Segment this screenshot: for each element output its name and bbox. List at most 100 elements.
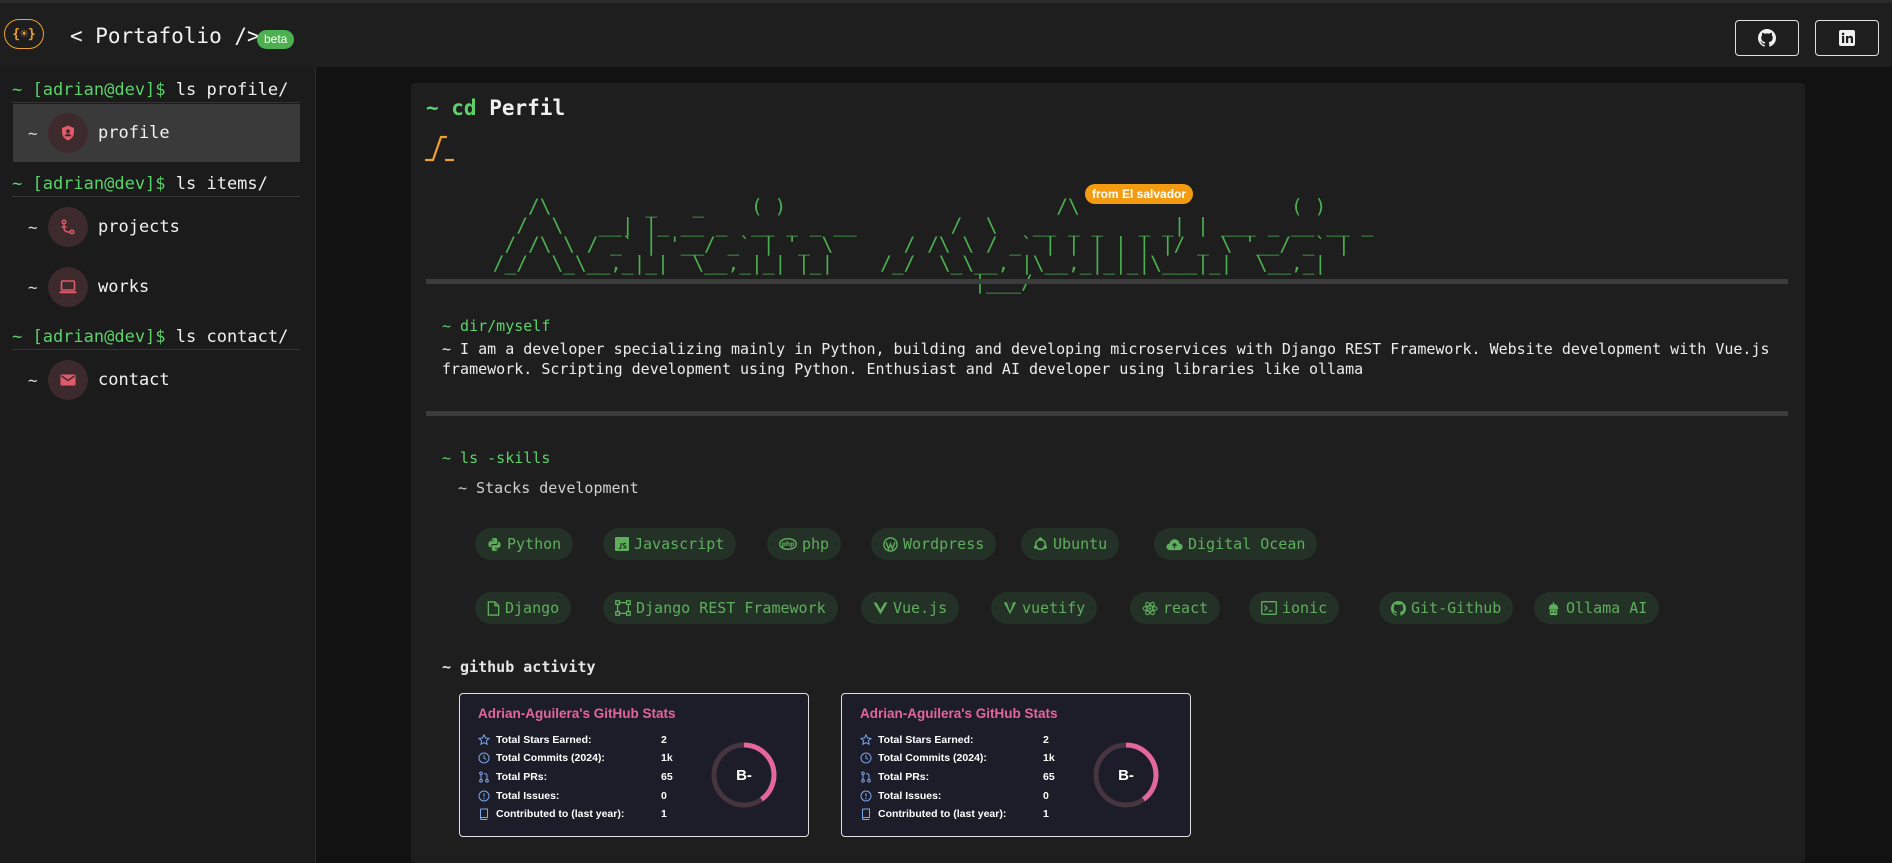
stats-label: Total PRs: <box>878 771 930 783</box>
skill-chip-ollama-ai: Ollama AI <box>1534 592 1660 624</box>
skill-label: Digital Ocean <box>1188 535 1306 553</box>
pull-request-icon <box>479 771 489 783</box>
skill-label: Wordpress <box>903 535 985 553</box>
sidebar-item-projects[interactable]: ~ projects <box>13 198 300 256</box>
skill-label: Ubuntu <box>1053 535 1108 553</box>
stats-row: Total Issues: 0 <box>860 788 1060 804</box>
top-app-bar: {☀} < Portafolio /> beta <box>0 0 1892 67</box>
divider <box>426 411 1788 416</box>
grade-label: B- <box>736 767 752 784</box>
grade-ring: B- <box>711 742 777 808</box>
linkedin-icon <box>1839 30 1855 46</box>
stats-value: 0 <box>1043 790 1049 802</box>
star-icon <box>860 734 872 746</box>
skill-chip-javascript: Javascript <box>603 528 737 560</box>
stats-label: Total Stars Earned: <box>496 734 592 746</box>
ascii-art-name: /\ _ _ ( ) /\ ( ) / \ __| |_ __ _ __ _ _… <box>492 195 1374 293</box>
skill-chip-wordpress: Wordpress <box>871 528 997 560</box>
logo-icon[interactable]: {☀} <box>4 19 44 49</box>
sidebar-item-profile[interactable]: ~ profile <box>13 104 300 162</box>
stats-value: 1 <box>1043 808 1049 820</box>
skill-chip-ionic: ionic <box>1249 592 1340 624</box>
ubuntu-icon <box>1034 536 1047 550</box>
shell-prompt: ~ [adrian@dev]$ <box>12 80 166 100</box>
github-button[interactable] <box>1735 20 1799 56</box>
stats-card-title: Adrian-Aguilera's GitHub Stats <box>860 706 1058 721</box>
skill-chip-django-rest-framework: Django REST Framework <box>603 592 838 624</box>
vuejs-icon <box>873 601 888 615</box>
sidebar-item-contact[interactable]: ~ contact <box>13 351 300 409</box>
sidebar-section-profile-heading: ~ [adrian@dev]$ ls profile/ <box>12 80 300 103</box>
stats-row: Total Stars Earned: 2 <box>478 732 678 748</box>
pull-request-icon <box>861 771 871 783</box>
skill-chip-vuetify: vuetify <box>991 592 1098 624</box>
stats-row: Total Stars Earned: 2 <box>860 732 1060 748</box>
sidebar-item-label: profile <box>98 123 170 143</box>
page-title: ~ cd Perfil <box>426 96 565 120</box>
skill-chip-php: php php <box>767 528 842 560</box>
react-icon <box>1142 601 1158 615</box>
github-icon <box>1391 600 1406 616</box>
issue-icon <box>860 790 872 802</box>
skill-label: ionic <box>1282 599 1328 617</box>
account-shield-icon <box>48 113 88 153</box>
skill-chip-django: Django <box>475 592 572 624</box>
sidebar-item-works[interactable]: ~ works <box>13 258 300 316</box>
github-stats-card[interactable]: Adrian-Aguilera's GitHub Stats Total Sta… <box>841 693 1191 837</box>
stats-label: Contributed to (last year): <box>496 808 625 820</box>
title-text: Perfil <box>489 96 566 120</box>
email-icon <box>48 360 88 400</box>
linkedin-button[interactable] <box>1815 20 1879 56</box>
skill-chip-react: react <box>1130 592 1221 624</box>
cloud-upload-icon <box>1166 538 1183 550</box>
tilde-marker: ~ <box>28 123 38 143</box>
skill-label: Javascript <box>634 535 725 553</box>
stats-label: Total Commits (2024): <box>878 752 987 764</box>
stats-label: Total Issues: <box>878 790 942 802</box>
skill-label: vuetify <box>1022 599 1086 617</box>
skill-label: php <box>802 535 830 553</box>
shell-command: ls contact/ <box>165 327 289 347</box>
stats-label: Total Issues: <box>496 790 560 802</box>
about-command: ~ dir/myself <box>442 317 551 335</box>
title-command: ~ cd <box>426 96 477 120</box>
python-icon <box>488 537 501 551</box>
clock-icon <box>478 752 490 764</box>
skill-label: react <box>1163 599 1209 617</box>
stats-row: Contributed to (last year): 1 <box>478 806 678 822</box>
file-document-icon <box>487 600 500 616</box>
stats-value: 1k <box>661 752 673 764</box>
skill-chip-vuejs: Vue.js <box>861 592 960 624</box>
stats-row: Total Commits (2024): 1k <box>478 750 678 766</box>
sidebar-item-label: works <box>98 277 150 297</box>
wordpress-icon <box>883 536 898 552</box>
skill-label: Vue.js <box>893 599 948 617</box>
beta-badge: beta <box>257 30 295 49</box>
laptop-icon <box>48 267 88 307</box>
location-badge: from El salvador <box>1085 184 1194 204</box>
sidebar: ~ [adrian@dev]$ ls profile/ ~ profile ~ … <box>0 67 316 863</box>
skill-chip-git-github: Git-Github <box>1379 592 1514 624</box>
sidebar-item-label: projects <box>98 217 180 237</box>
shell-command: ls items/ <box>165 174 268 194</box>
robot-icon <box>1548 601 1559 615</box>
stacks-label: ~ Stacks development <box>458 479 639 497</box>
star-icon <box>478 734 490 746</box>
stats-row: Total Issues: 0 <box>478 788 678 804</box>
stats-row: Total PRs: 65 <box>860 769 1060 785</box>
shell-prompt: ~ [adrian@dev]$ <box>12 327 166 347</box>
shell-command: ls profile/ <box>165 80 289 100</box>
stats-label: Contributed to (last year): <box>878 808 1007 820</box>
php-icon: php <box>779 538 797 550</box>
stats-row: Contributed to (last year): 1 <box>860 806 1060 822</box>
repo-icon <box>862 808 870 820</box>
divider <box>426 279 1788 284</box>
clock-icon <box>860 752 872 764</box>
github-stats-card[interactable]: Adrian-Aguilera's GitHub Stats Total Sta… <box>459 693 809 837</box>
profile-card: ~ cd Perfil /\ _ _ ( ) /\ ( ) / \ __| |_… <box>411 83 1805 863</box>
skill-label: Django REST Framework <box>636 599 826 617</box>
tilde-marker: ~ <box>28 277 38 297</box>
stats-value: 65 <box>661 771 673 783</box>
stats-row: Total PRs: 65 <box>478 769 678 785</box>
api-nodes-icon <box>615 600 631 616</box>
